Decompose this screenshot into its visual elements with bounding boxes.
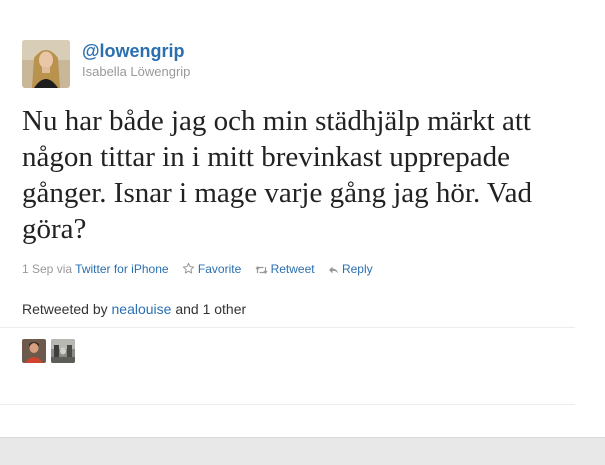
retweeter-link[interactable]: nealouise <box>112 301 172 317</box>
favorite-button[interactable]: Favorite <box>182 261 241 277</box>
favorite-label: Favorite <box>197 262 242 276</box>
tweet-source-link[interactable]: Twitter for iPhone <box>75 262 168 276</box>
reply-label: Reply <box>341 262 373 276</box>
divider <box>0 404 575 405</box>
star-outline-icon <box>182 262 195 274</box>
tweet-timestamp[interactable]: 1 Sep <box>22 262 53 276</box>
tweet-permalink-page: @lowengrip Isabella Löwengrip Nu har båd… <box>0 0 605 465</box>
retweeter-avatar-image <box>22 339 46 363</box>
retweeter-avatars <box>22 339 76 368</box>
retweet-icon <box>255 266 268 274</box>
retweeted-by-suffix[interactable]: and 1 other <box>175 301 246 317</box>
page-footer-band <box>0 437 605 465</box>
author-avatar[interactable] <box>22 40 70 88</box>
author-avatar-image <box>22 40 70 88</box>
tweet-text: Nu har både jag och min städhjälp märkt … <box>22 105 533 245</box>
author-screen-name-link[interactable]: @lowengrip <box>82 40 185 62</box>
reply-button[interactable]: Reply <box>328 261 373 277</box>
via-label: via <box>56 262 73 276</box>
retweeter-avatar[interactable] <box>22 339 46 363</box>
tweet-meta-bar: 1 Sep via Twitter for iPhone Favorite Re… <box>22 261 373 277</box>
retweet-label: Retweet <box>270 262 315 276</box>
author-full-name: Isabella Löwengrip <box>82 64 191 79</box>
divider <box>0 327 575 328</box>
retweeter-avatar[interactable] <box>51 339 76 363</box>
retweet-button[interactable]: Retweet <box>255 261 315 277</box>
retweeted-by-line: Retweeted by nealouise and 1 other <box>22 300 246 318</box>
retweeter-avatar-image <box>51 339 76 363</box>
retweeted-by-prefix: Retweeted by <box>22 301 108 317</box>
reply-arrow-icon <box>328 266 338 274</box>
